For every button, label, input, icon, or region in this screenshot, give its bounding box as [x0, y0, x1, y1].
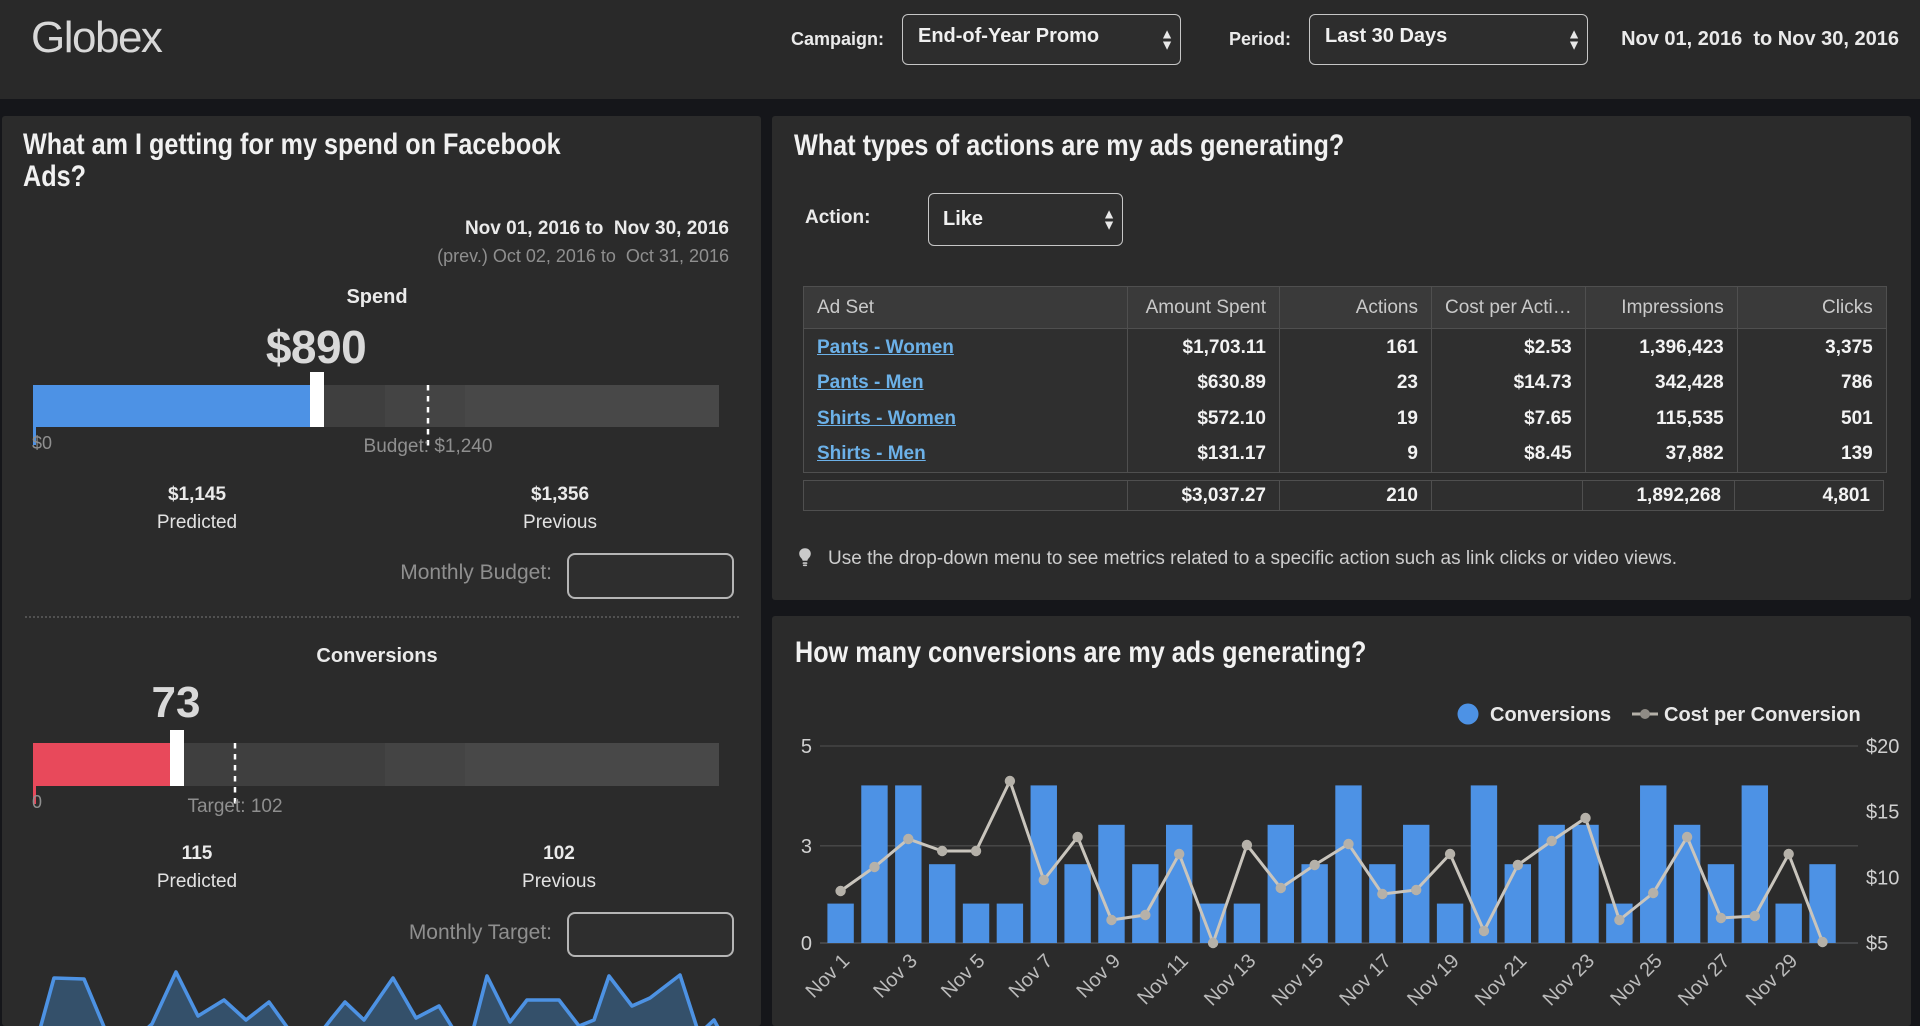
svg-text:Nov 21: Nov 21 — [1471, 950, 1531, 1010]
svg-text:Nov 25: Nov 25 — [1606, 950, 1666, 1010]
svg-text:5: 5 — [801, 736, 812, 758]
svg-text:Nov 13: Nov 13 — [1200, 950, 1260, 1010]
svg-text:Cost per Conversion: Cost per Conversion — [1664, 704, 1861, 726]
svg-text:Nov 9: Nov 9 — [1073, 950, 1126, 1003]
svg-text:Nov 11: Nov 11 — [1133, 950, 1192, 1009]
svg-text:Nov 1: Nov 1 — [802, 950, 855, 1003]
svg-text:Conversions: Conversions — [1490, 704, 1611, 726]
svg-text:$15: $15 — [1866, 802, 1899, 824]
svg-text:Nov 3: Nov 3 — [869, 950, 922, 1003]
svg-text:Nov 17: Nov 17 — [1336, 950, 1396, 1010]
svg-text:Nov 15: Nov 15 — [1268, 950, 1328, 1010]
svg-text:Nov 19: Nov 19 — [1403, 950, 1463, 1010]
svg-text:0: 0 — [801, 933, 812, 955]
svg-text:Nov 29: Nov 29 — [1742, 950, 1802, 1010]
svg-text:Nov 27: Nov 27 — [1674, 950, 1734, 1010]
svg-text:$20: $20 — [1866, 736, 1899, 758]
svg-text:Nov 5: Nov 5 — [937, 950, 990, 1003]
svg-text:Nov 7: Nov 7 — [1005, 950, 1058, 1003]
svg-text:3: 3 — [801, 836, 812, 858]
svg-text:$5: $5 — [1866, 933, 1888, 955]
svg-text:$10: $10 — [1866, 867, 1899, 889]
svg-text:Nov 23: Nov 23 — [1539, 950, 1599, 1010]
